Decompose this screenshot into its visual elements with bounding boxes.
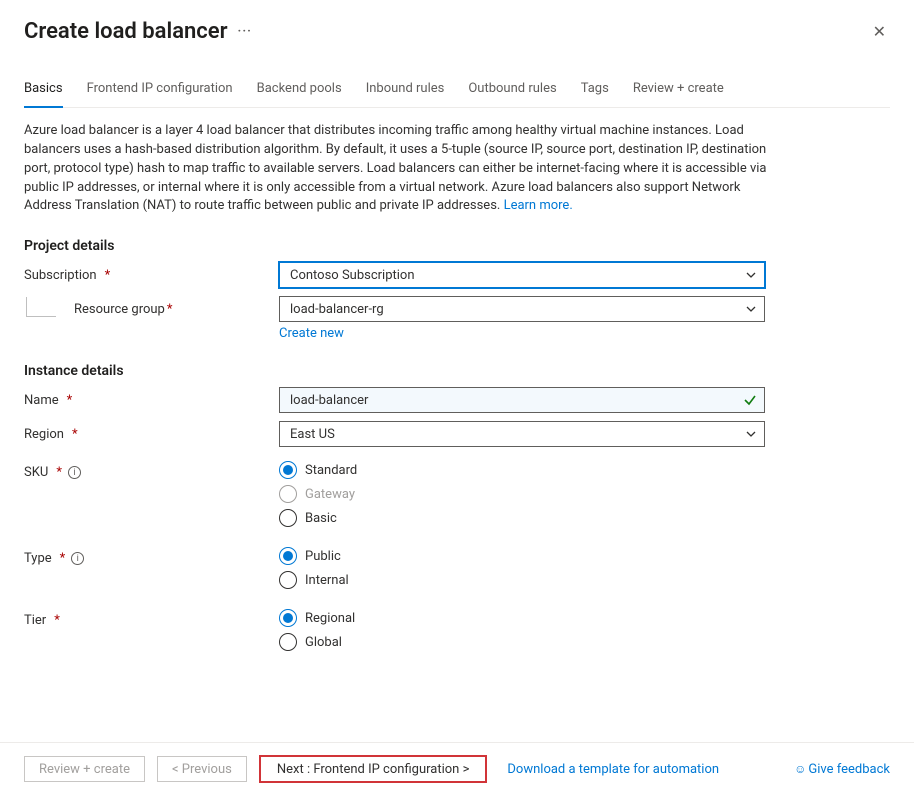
sku-label: SKU* i [24, 459, 279, 480]
sku-radio-basic[interactable]: Basic [279, 509, 765, 527]
tab-review-create[interactable]: Review + create [633, 81, 724, 108]
learn-more-link[interactable]: Learn more. [504, 198, 573, 213]
valid-check-icon [743, 393, 757, 407]
intro-body: Azure load balancer is a layer 4 load ba… [24, 123, 766, 213]
sku-radio-standard[interactable]: Standard [279, 461, 765, 479]
radio-unselected-icon [279, 633, 297, 651]
type-radio-public[interactable]: Public [279, 547, 765, 565]
radio-unselected-icon [279, 509, 297, 527]
tier-radio-global[interactable]: Global [279, 633, 765, 651]
give-feedback-link[interactable]: ☺Give feedback [794, 762, 890, 777]
close-icon[interactable]: ✕ [869, 18, 890, 45]
more-actions-icon[interactable]: ··· [238, 24, 252, 39]
page-title: Create load balancer [24, 19, 228, 44]
sku-radio-gateway: Gateway [279, 485, 765, 503]
tab-frontend-ip[interactable]: Frontend IP configuration [87, 81, 233, 108]
intro-text: Azure load balancer is a layer 4 load ba… [24, 122, 784, 216]
tab-backend-pools[interactable]: Backend pools [257, 81, 342, 108]
tab-tags[interactable]: Tags [581, 81, 609, 108]
previous-button: < Previous [157, 756, 247, 782]
tab-basics[interactable]: Basics [24, 81, 63, 108]
name-label: Name* [24, 387, 279, 408]
radio-selected-icon [279, 461, 297, 479]
radio-disabled-icon [279, 485, 297, 503]
info-icon[interactable]: i [71, 552, 84, 565]
region-dropdown[interactable] [279, 421, 765, 447]
download-template-link[interactable]: Download a template for automation [507, 762, 719, 777]
review-create-button: Review + create [24, 756, 145, 782]
feedback-icon: ☺ [794, 762, 806, 776]
subscription-dropdown[interactable] [279, 262, 765, 288]
type-radio-internal[interactable]: Internal [279, 571, 765, 589]
info-icon[interactable]: i [68, 466, 81, 479]
hierarchy-bracket-icon [26, 297, 56, 317]
tab-outbound-rules[interactable]: Outbound rules [468, 81, 556, 108]
name-input[interactable] [279, 387, 765, 413]
region-label: Region* [24, 421, 279, 442]
tab-inbound-rules[interactable]: Inbound rules [366, 81, 445, 108]
wizard-footer: Review + create < Previous Next : Fronte… [0, 742, 914, 795]
section-instance-details: Instance details [24, 363, 890, 379]
radio-unselected-icon [279, 571, 297, 589]
next-button[interactable]: Next : Frontend IP configuration > [259, 755, 488, 783]
radio-selected-icon [279, 547, 297, 565]
subscription-label: Subscription* [24, 262, 279, 283]
type-label: Type* i [24, 545, 279, 566]
resource-group-dropdown[interactable] [279, 296, 765, 322]
tabs: Basics Frontend IP configuration Backend… [24, 81, 890, 108]
section-project-details: Project details [24, 238, 890, 254]
tier-radio-regional[interactable]: Regional [279, 609, 765, 627]
resource-group-label: Resource group* [74, 302, 172, 317]
radio-selected-icon [279, 609, 297, 627]
tier-label: Tier* [24, 607, 279, 628]
create-new-rg-link[interactable]: Create new [279, 326, 344, 341]
